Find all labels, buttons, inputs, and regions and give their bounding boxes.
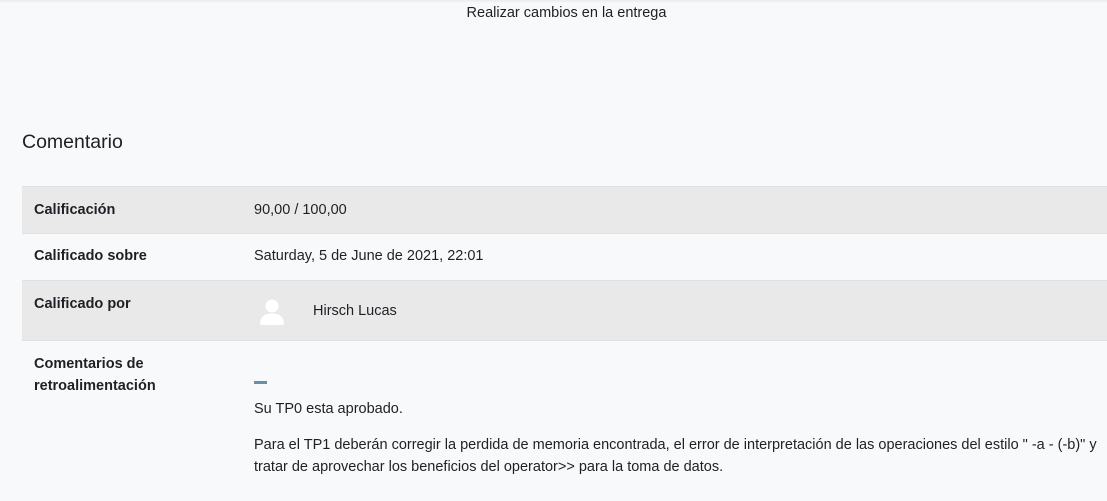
grade-label: Calificación bbox=[34, 202, 116, 218]
top-shadow bbox=[0, 0, 1107, 3]
feedback-paragraph: Para el TP1 deberán corregir la perdida … bbox=[254, 437, 1097, 475]
grader: Hirsch Lucas bbox=[254, 293, 397, 329]
edit-submission-label[interactable]: Realizar cambios en la entrega bbox=[0, 5, 1107, 21]
graded-by-label: Calificado por bbox=[34, 296, 131, 312]
feedback-section-title: Comentario bbox=[22, 131, 123, 153]
user-avatar-icon[interactable] bbox=[254, 293, 290, 329]
grader-name[interactable]: Hirsch Lucas bbox=[313, 303, 397, 319]
graded-on-row: Calificado sobre Saturday, 5 de June de … bbox=[22, 234, 1107, 281]
graded-by-row: Calificado por Hirsch Lucas bbox=[22, 281, 1107, 341]
feedback-paragraph: Su TP0 esta aprobado. bbox=[254, 401, 403, 417]
feedback-comments-body: Su TP0 esta aprobado. Para el TP1 deberá… bbox=[254, 377, 1099, 492]
graded-on-label: Calificado sobre bbox=[34, 248, 147, 264]
feedback-comments-row: Comentarios de retroalimentación Su TP0 … bbox=[22, 341, 1107, 501]
feedback-comments-label: Comentarios de retroalimentación bbox=[34, 356, 156, 394]
grade-row: Calificación 90,00 / 100,00 bbox=[22, 187, 1107, 234]
graded-on-value: Saturday, 5 de June de 2021, 22:01 bbox=[254, 248, 484, 264]
collapse-icon[interactable] bbox=[254, 381, 267, 384]
feedback-table: Calificación 90,00 / 100,00 Calificado s… bbox=[22, 186, 1107, 501]
grade-value: 90,00 / 100,00 bbox=[254, 202, 347, 218]
